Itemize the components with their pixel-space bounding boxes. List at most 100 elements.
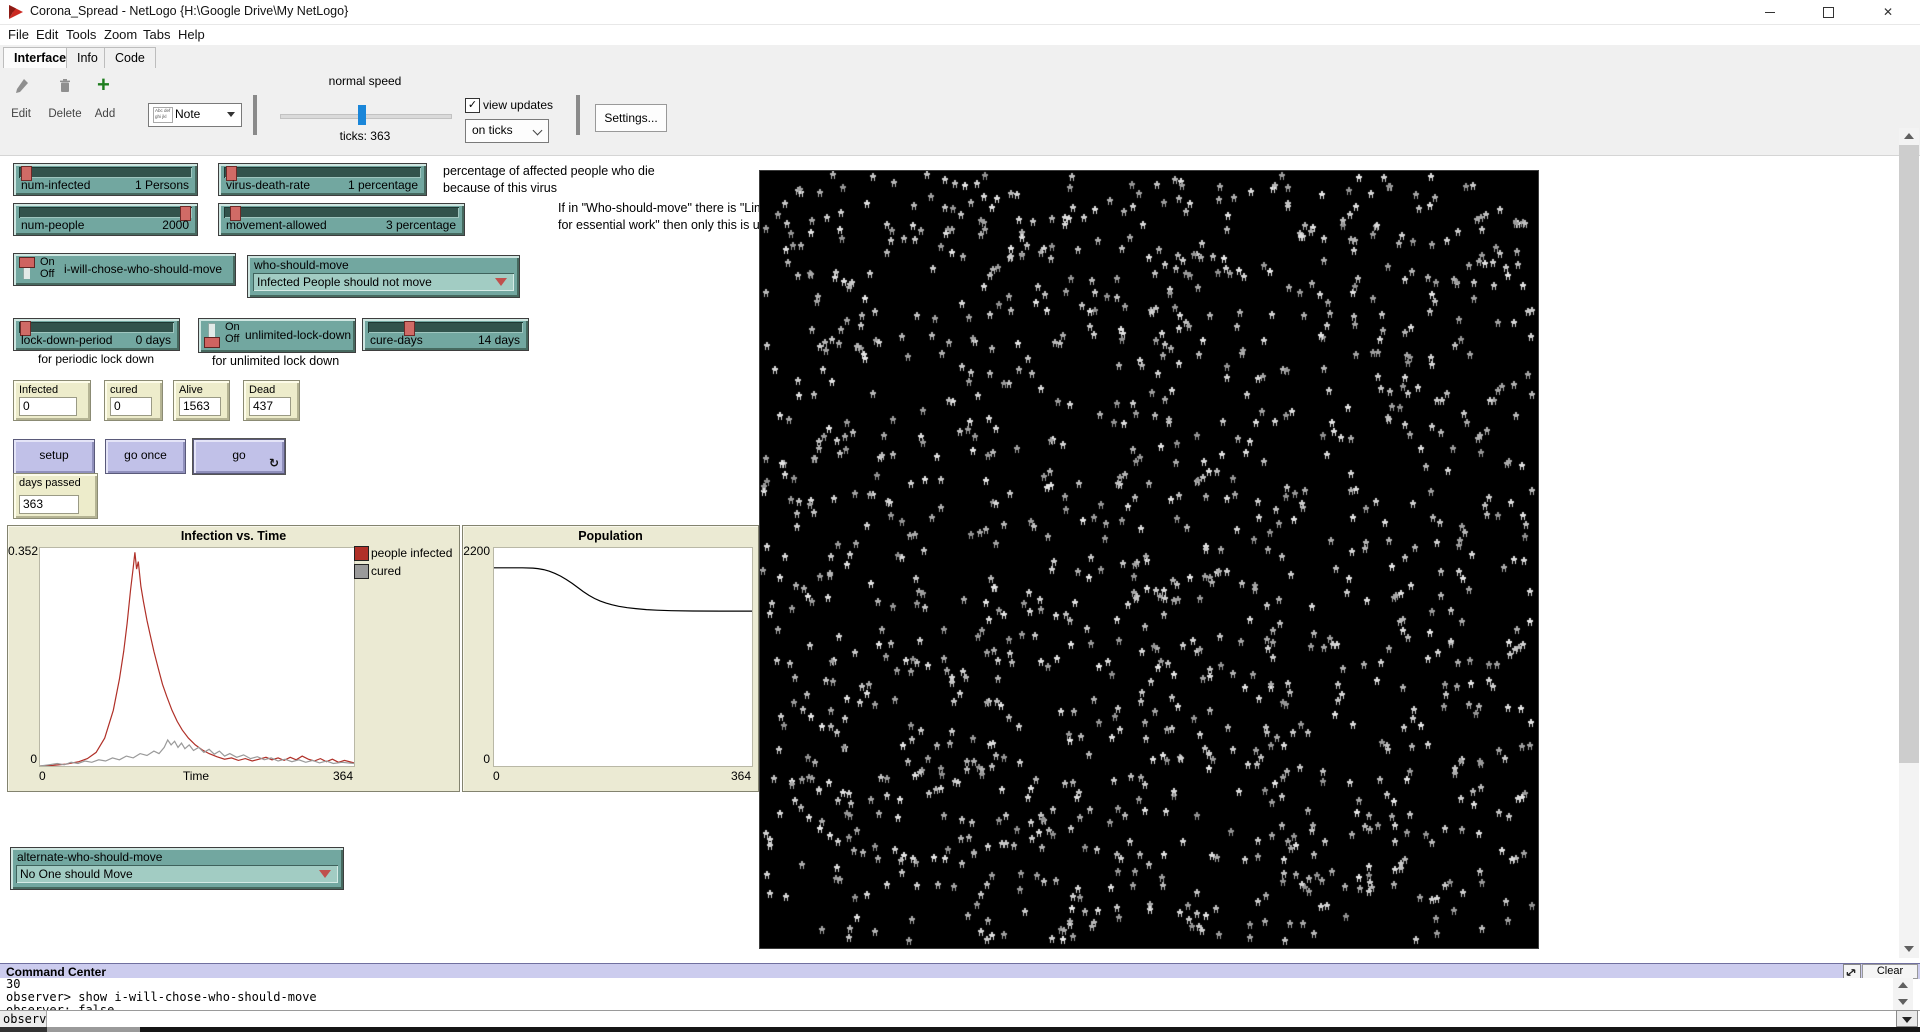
plot-lines <box>40 548 354 766</box>
slider-movement-allowed[interactable]: movement-allowed 3 percentage <box>218 203 465 236</box>
switch-off-label: Off <box>225 333 239 345</box>
scrollbar-thumb[interactable] <box>1899 145 1919 763</box>
menu-help[interactable]: Help <box>178 27 205 42</box>
setup-button[interactable]: setup <box>13 439 95 474</box>
output-scrollbar[interactable] <box>1893 978 1913 1010</box>
go-once-button[interactable]: go once <box>105 439 186 474</box>
tab-code[interactable]: Code <box>104 47 156 68</box>
slider-track[interactable] <box>19 322 174 333</box>
history-dropdown-button[interactable] <box>1896 1010 1918 1027</box>
switch-on-label: On <box>225 321 240 333</box>
netlogo-window: Corona_Spread - NetLogo {H:\Google Drive… <box>0 0 1920 1032</box>
monitor-value: 0 <box>110 397 152 416</box>
speed-slider-track[interactable] <box>280 114 452 119</box>
delete-tool-label[interactable]: Delete <box>44 108 86 120</box>
add-plus-icon[interactable]: + <box>97 72 110 98</box>
view-updates-label: view updates <box>483 98 553 112</box>
title-bar: Corona_Spread - NetLogo {H:\Google Drive… <box>0 0 1920 25</box>
button-label: go <box>232 448 245 462</box>
menu-edit[interactable]: Edit <box>36 27 58 42</box>
switch-handle[interactable] <box>19 257 35 268</box>
netlogo-icon <box>8 4 24 20</box>
chooser-alternate-who-should-move[interactable]: alternate-who-should-move No One should … <box>10 847 344 890</box>
slider-track[interactable] <box>224 207 459 218</box>
slider-track[interactable] <box>19 167 192 178</box>
plot-ymax-label: 2200 <box>463 544 490 558</box>
switch-unlimited-lock-down[interactable]: On Off unlimited-lock-down <box>198 318 356 353</box>
output-line: observer> show i-will-chose-who-should-m… <box>0 991 1893 1004</box>
menu-tools[interactable]: Tools <box>66 27 96 42</box>
plot-ymin-label: 0 <box>463 752 490 766</box>
menu-tabs[interactable]: Tabs <box>143 27 170 42</box>
slider-lock-down-period[interactable]: lock-down-period 0 days <box>13 318 180 351</box>
scroll-down-icon[interactable] <box>1904 946 1914 952</box>
button-label: setup <box>39 448 68 462</box>
chooser-dropdown-icon <box>319 870 331 878</box>
slider-num-infected[interactable]: num-infected 1 Persons <box>13 163 198 196</box>
switch-i-will-chose-who-should-move[interactable]: On Off i-will-chose-who-should-move <box>13 253 236 286</box>
bottom-corner <box>0 1027 47 1032</box>
edit-tool-label[interactable]: Edit <box>6 108 36 120</box>
clear-button[interactable]: Clear <box>1862 964 1918 979</box>
maximize-button[interactable] <box>1805 0 1851 24</box>
tab-info[interactable]: Info <box>66 47 109 68</box>
slider-track[interactable] <box>224 167 421 178</box>
note-text-icon: Abc def ghi jkl <box>153 107 173 123</box>
legend-label: cured <box>371 564 401 578</box>
view-updates-checkbox[interactable]: ✓ <box>465 98 480 113</box>
go-button[interactable]: go ↻ <box>193 439 285 474</box>
widget-type-dropdown[interactable]: Abc def ghi jkl Note <box>148 103 242 127</box>
chooser-who-should-move[interactable]: who-should-move Infected People should n… <box>247 255 520 298</box>
slider-track[interactable] <box>19 207 192 218</box>
chooser-box[interactable]: No One should Move <box>16 865 338 883</box>
close-button[interactable]: ✕ <box>1865 0 1911 24</box>
update-mode-dropdown[interactable]: on ticks <box>465 119 549 143</box>
note-death-rate: percentage of affected people who die be… <box>443 163 655 197</box>
monitor-label: Alive <box>179 384 203 396</box>
monitor-days-passed: days passed 363 <box>13 473 98 519</box>
command-center-output[interactable]: 30 observer> show i-will-chose-who-shoul… <box>0 978 1893 1010</box>
menu-zoom[interactable]: Zoom <box>104 27 137 42</box>
monitor-value: 0 <box>19 397 77 416</box>
slider-label: num-infected <box>21 178 90 192</box>
tab-strip: Interface Info Code <box>0 45 1920 69</box>
plot-population: Population 2200 0 0 364 <box>462 525 759 792</box>
edit-pencil-icon[interactable] <box>14 78 30 101</box>
slider-value: 3 percentage <box>386 218 456 232</box>
slider-track[interactable] <box>368 322 523 333</box>
plot-canvas <box>39 547 355 767</box>
dropdown-arrow-icon <box>227 112 235 117</box>
delete-trash-icon[interactable] <box>57 77 73 100</box>
menu-file[interactable]: File <box>8 27 29 42</box>
monitor-value: 437 <box>249 397 291 416</box>
chevron-down-icon <box>533 126 543 136</box>
chooser-box[interactable]: Infected People should not move <box>253 273 514 291</box>
slider-num-people[interactable]: num-people 2000 <box>13 203 198 236</box>
scroll-down-icon[interactable] <box>1898 999 1908 1005</box>
chooser-label: alternate-who-should-move <box>17 850 162 864</box>
slider-virus-death-rate[interactable]: virus-death-rate 1 percentage <box>218 163 427 196</box>
slider-value: 1 percentage <box>348 178 418 192</box>
check-icon: ✓ <box>468 99 477 111</box>
command-center-detach-button[interactable] <box>1843 964 1861 979</box>
slider-label: movement-allowed <box>226 218 327 232</box>
slider-cure-days[interactable]: cure-days 14 days <box>362 318 529 351</box>
toolbar-separator <box>253 95 257 135</box>
switch-handle[interactable] <box>204 337 220 348</box>
add-tool-label[interactable]: Add <box>90 108 120 120</box>
plot-xmax-label: 364 <box>39 769 353 783</box>
world-view[interactable] <box>759 170 1539 949</box>
plot-canvas <box>493 547 753 767</box>
scroll-up-icon[interactable] <box>1898 982 1908 988</box>
scroll-up-icon[interactable] <box>1904 133 1914 139</box>
speed-slider-thumb[interactable] <box>358 105 366 125</box>
slider-value: 14 days <box>478 333 520 347</box>
command-center-input-row: observer> <box>0 1010 1920 1028</box>
minimize-button[interactable] <box>1747 0 1793 24</box>
speed-slider-label: normal speed <box>280 74 450 88</box>
vertical-scrollbar[interactable] <box>1899 128 1919 958</box>
settings-button[interactable]: Settings... <box>595 104 667 132</box>
monitor-value: 1563 <box>179 397 221 416</box>
legend-label: people infected <box>371 546 452 560</box>
plot-lines <box>494 548 752 766</box>
